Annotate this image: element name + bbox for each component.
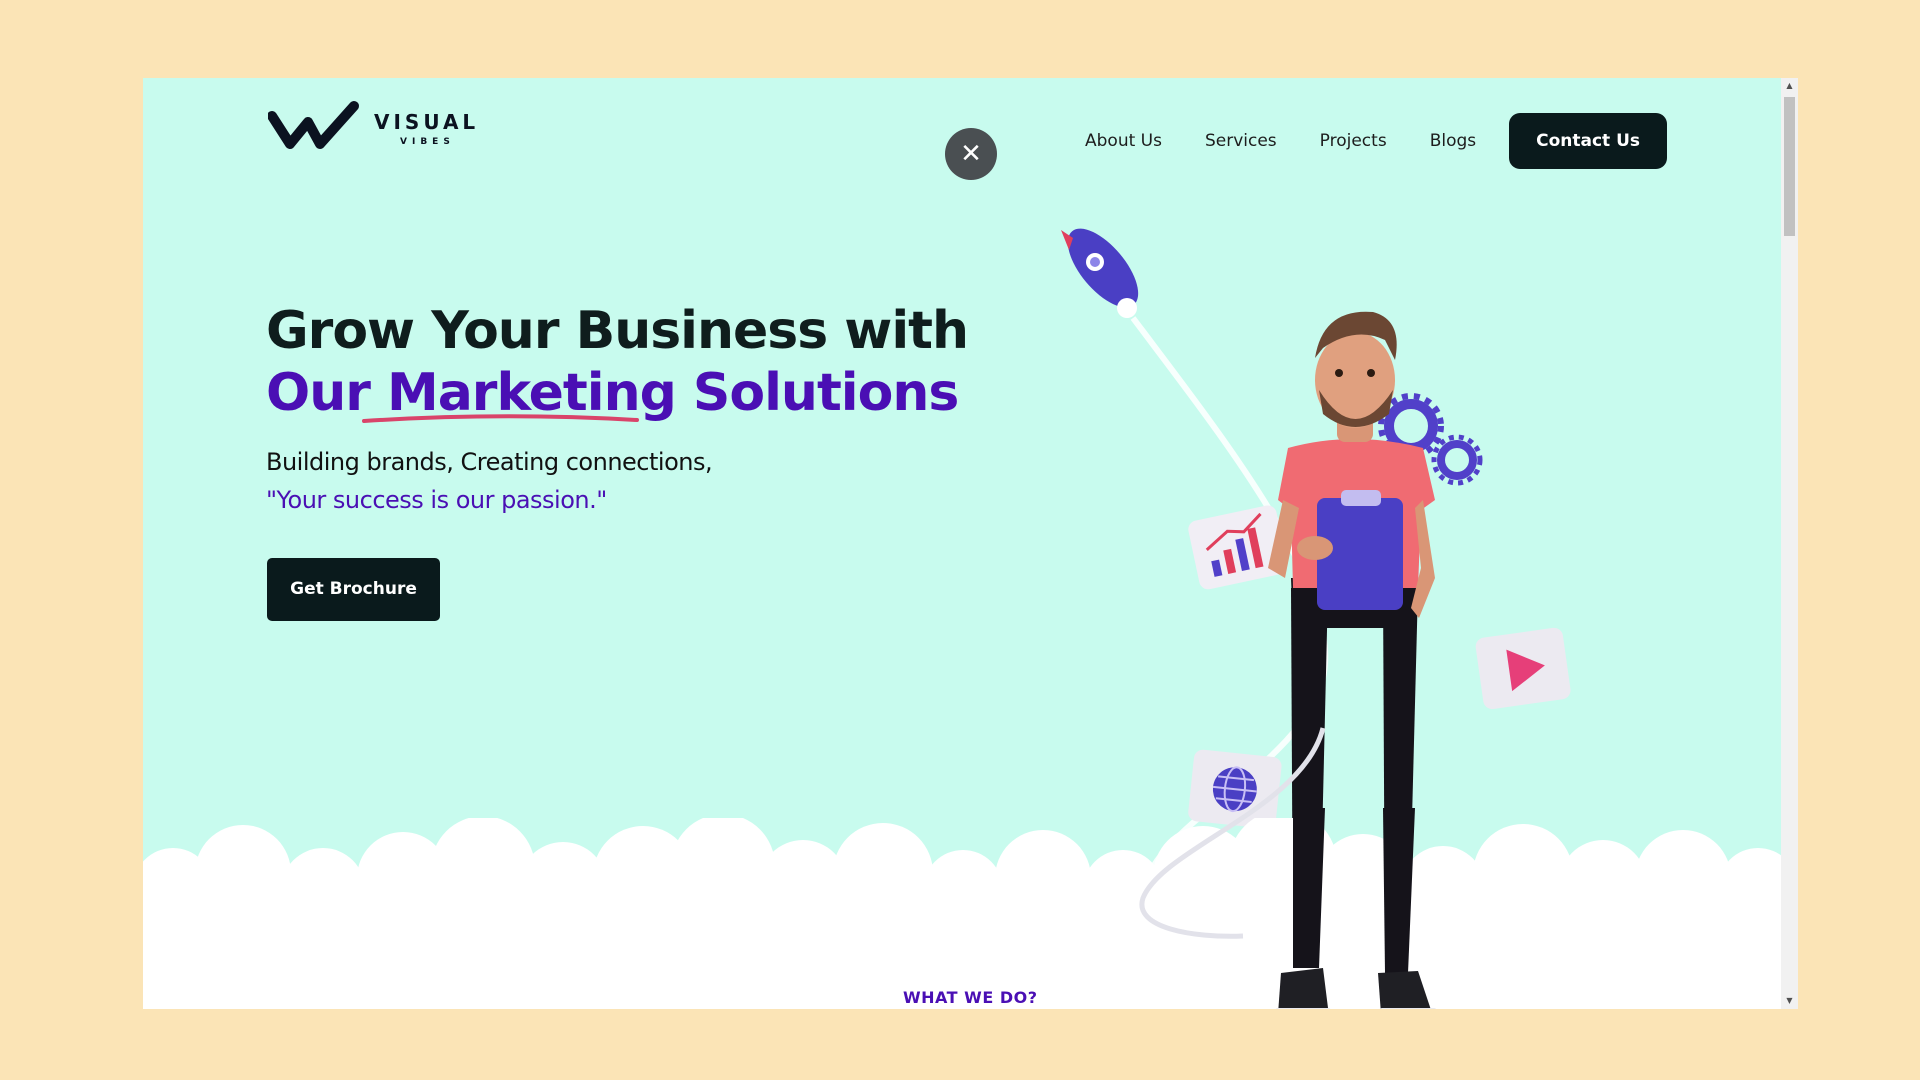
nav-link-services[interactable]: Services [1205, 131, 1277, 151]
browser-viewport: VISUAL VIBES ✕ About Us Services Project… [143, 78, 1798, 1009]
logo-tagline: VIBES [400, 137, 455, 147]
logo-mark-icon [268, 101, 359, 149]
close-button[interactable]: ✕ [945, 128, 997, 180]
contact-us-button[interactable]: Contact Us [1509, 113, 1668, 169]
title-underline [362, 414, 639, 423]
get-brochure-button[interactable]: Get Brochure [267, 558, 440, 621]
scroll-up-arrow-icon[interactable]: ▲ [1781, 78, 1798, 94]
hero-quote: "Your success is our passion." [266, 486, 607, 514]
main-nav: About Us Services Projects Blogs Contact… [1085, 113, 1668, 169]
nav-link-blogs[interactable]: Blogs [1430, 131, 1476, 151]
page-scrollbar[interactable]: ▲ ▼ [1781, 78, 1798, 1009]
nav-link-about[interactable]: About Us [1085, 131, 1162, 151]
scroll-thumb[interactable] [1784, 97, 1795, 236]
logo[interactable]: VISUAL VIBES [268, 100, 478, 156]
nav-link-projects[interactable]: Projects [1320, 131, 1387, 151]
hero-section: VISUAL VIBES ✕ About Us Services Project… [143, 78, 1781, 1009]
hero-title: Grow Your Business with [266, 301, 969, 361]
person-foreground [1139, 727, 1437, 1009]
scroll-down-arrow-icon[interactable]: ▼ [1781, 993, 1798, 1009]
logo-wordmark: VISUAL [374, 110, 480, 134]
hero-subtitle: Building brands, Creating connections, [266, 448, 713, 476]
close-icon: ✕ [960, 139, 982, 169]
section-label-what-we-do: WHAT WE DO? [903, 988, 1038, 1007]
